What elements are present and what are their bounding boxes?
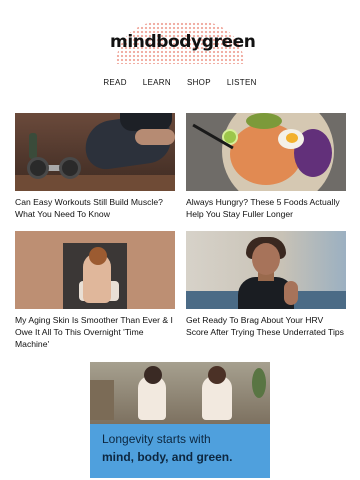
dumbbell-icon [27, 157, 49, 179]
article-title[interactable]: Always Hungry? These 5 Foods Actually He… [186, 196, 346, 220]
nav-item-shop[interactable]: SHOP [187, 78, 211, 87]
plant-icon [252, 368, 266, 398]
article-title[interactable]: My Aging Skin Is Smoother Than Ever & I … [15, 314, 175, 350]
ad-tagline: mind, body, and green. [102, 450, 233, 464]
article-thumbnail[interactable] [15, 113, 175, 191]
nav-item-read[interactable]: READ [103, 78, 126, 87]
article-title[interactable]: Can Easy Workouts Still Build Muscle? Wh… [15, 196, 175, 220]
advertisement-banner[interactable]: Longevity starts with mind, body, and gr… [90, 362, 270, 478]
nav-item-learn[interactable]: LEARN [143, 78, 171, 87]
ad-photo [90, 362, 270, 424]
article-card[interactable]: Always Hungry? These 5 Foods Actually He… [186, 113, 346, 220]
article-card[interactable]: My Aging Skin Is Smoother Than Ever & I … [15, 231, 175, 350]
logo-text: mindbodygreen [110, 32, 256, 52]
main-nav: READ LEARN SHOP LISTEN [0, 78, 360, 87]
ad-text-panel: Longevity starts with mind, body, and gr… [90, 424, 270, 478]
article-thumbnail[interactable] [15, 231, 175, 309]
site-logo[interactable]: mindbodygreen [110, 22, 256, 64]
ad-headline: Longevity starts with [102, 432, 211, 446]
nav-item-listen[interactable]: LISTEN [227, 78, 257, 87]
article-card[interactable]: Get Ready To Brag About Your HRV Score A… [186, 231, 346, 338]
article-title[interactable]: Get Ready To Brag About Your HRV Score A… [186, 314, 346, 338]
site-header: mindbodygreen READ LEARN SHOP LISTEN [0, 0, 360, 100]
article-thumbnail[interactable] [186, 231, 346, 309]
water-bottle-icon [29, 133, 37, 159]
article-thumbnail[interactable] [186, 113, 346, 191]
article-card[interactable]: Can Easy Workouts Still Build Muscle? Wh… [15, 113, 175, 220]
